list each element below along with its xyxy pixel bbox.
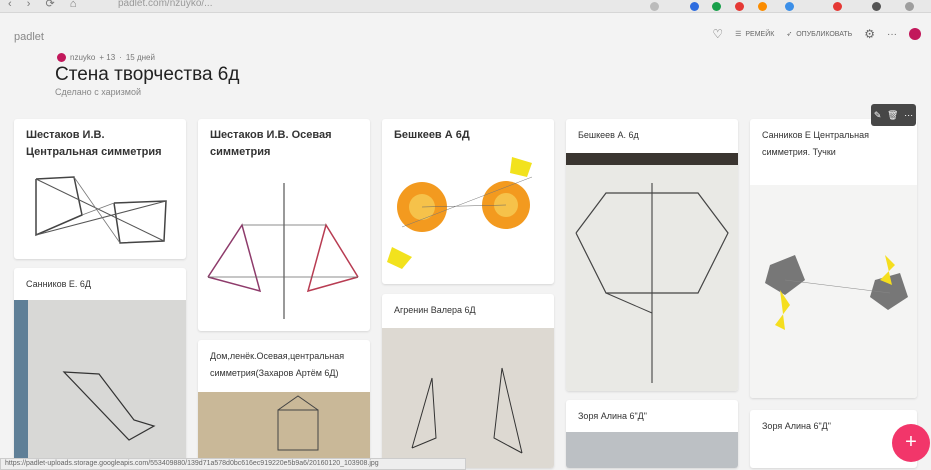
post-title: Агренин Валера 6Д	[394, 305, 476, 315]
post-title: Шестаков И.В. Центральная симметрия	[26, 129, 162, 158]
post-image	[14, 300, 186, 468]
remake-button[interactable]: ☰ РЕМЕЙК	[735, 30, 775, 39]
address-bar[interactable]: padlet.com/nzuyko/...	[118, 0, 213, 9]
extension-icon[interactable]	[735, 2, 744, 11]
post-title: Санников Е. 6Д	[26, 279, 92, 289]
trash-icon[interactable]: 🗑	[887, 110, 898, 121]
heart-icon[interactable]: ♡	[712, 27, 723, 41]
user-avatar[interactable]	[909, 28, 921, 40]
post-image	[382, 328, 554, 468]
post-card[interactable]: Шестаков И.В. Осевая симметрия	[198, 119, 370, 331]
extension-icon[interactable]	[650, 2, 659, 11]
post-card[interactable]: Дом,ленёк.Осевая,центральная симметрия(З…	[198, 340, 370, 468]
post-image	[198, 392, 370, 468]
post-image	[207, 183, 359, 319]
browser-nav-icons[interactable]: ‹ › ⟳ ⌂	[8, 0, 82, 10]
extension-icon[interactable]	[690, 2, 699, 11]
contributor-count: + 13	[99, 53, 116, 62]
post-card[interactable]: Санников Е Центральная симметрия. Тучки	[750, 119, 917, 398]
post-image	[35, 176, 167, 244]
post-title: Зоря Алина 6"Д"	[578, 411, 647, 421]
post-card[interactable]: Санников Е. 6Д	[14, 268, 186, 468]
extension-icon[interactable]	[905, 2, 914, 11]
post-image	[566, 432, 738, 468]
more-icon[interactable]: ⋯	[904, 110, 913, 121]
more-icon[interactable]: ···	[887, 29, 897, 40]
extension-icon[interactable]	[872, 2, 881, 11]
post-title: Шестаков И.В. Осевая симметрия	[210, 129, 332, 158]
gear-icon[interactable]: ⚙	[864, 27, 875, 41]
remake-icon: ☰	[735, 31, 742, 38]
add-post-button[interactable]: +	[892, 424, 930, 462]
author-line: nzuyko + 13 · 15 дней	[57, 53, 155, 62]
post-actions: ✎ 🗑 ⋯	[871, 104, 916, 126]
browser-toolbar: ‹ › ⟳ ⌂ padlet.com/nzuyko/...	[0, 0, 931, 13]
wall-toolbar: ♡ ☰ РЕМЕЙК ➶ ОПУБЛИКОВАТЬ ⚙ ···	[712, 27, 921, 41]
separator-dot: ·	[119, 53, 122, 62]
post-image	[387, 157, 533, 269]
post-title: Зоря Алина 6"Д"	[762, 421, 831, 431]
post-title: Бешкеев А 6Д	[394, 129, 470, 141]
post-title: Бешкеев А. 6д	[578, 130, 639, 140]
author-avatar	[57, 53, 66, 62]
author-name[interactable]: nzuyko	[70, 53, 95, 62]
post-card[interactable]: Бешкеев А 6Д	[382, 119, 554, 284]
padlet-logo[interactable]: padlet	[14, 31, 44, 43]
publish-label: ОПУБЛИКОВАТЬ	[796, 30, 853, 38]
remake-label: РЕМЕЙК	[745, 30, 775, 38]
edit-icon[interactable]: ✎	[874, 110, 882, 121]
page-subtitle: Сделано с харизмой	[55, 87, 141, 97]
post-title: Дом,ленёк.Осевая,центральная симметрия(З…	[210, 351, 345, 378]
extension-icon[interactable]	[785, 2, 794, 11]
extension-icon[interactable]	[758, 2, 767, 11]
publish-button[interactable]: ➶ ОПУБЛИКОВАТЬ	[786, 30, 853, 39]
post-card[interactable]: Зоря Алина 6"Д"	[566, 400, 738, 468]
extension-icon[interactable]	[712, 2, 721, 11]
post-card[interactable]: Бешкеев А. 6д	[566, 119, 738, 391]
page-title: Стена творчества 6д	[55, 64, 240, 85]
wall-age: 15 дней	[125, 53, 155, 62]
post-card[interactable]: Шестаков И.В. Центральная симметрия	[14, 119, 186, 259]
extension-icon[interactable]	[833, 2, 842, 11]
post-image	[566, 153, 738, 391]
share-icon: ➶	[786, 31, 793, 38]
post-card[interactable]: Агренин Валера 6Д	[382, 294, 554, 468]
browser-status-url: https://padlet-uploads.storage.googleapi…	[0, 458, 466, 470]
post-image	[750, 185, 917, 398]
